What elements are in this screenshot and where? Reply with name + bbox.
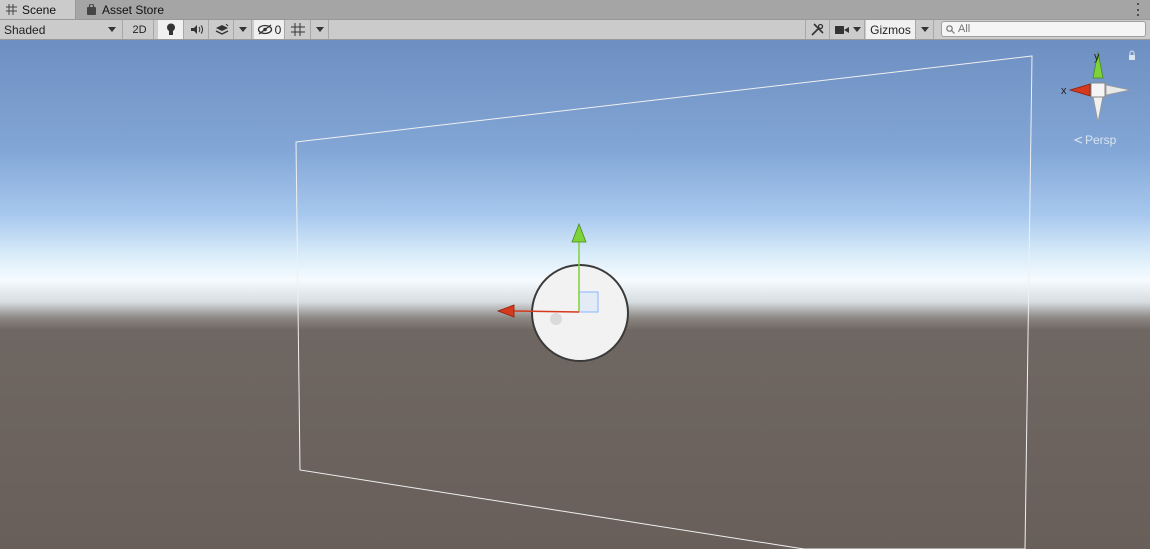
search-icon <box>946 24 955 34</box>
tab-asset-store[interactable]: Asset Store <box>80 0 176 19</box>
chevron-down-icon <box>316 27 324 32</box>
scene-search[interactable] <box>941 21 1146 37</box>
chevron-down-icon <box>108 27 116 32</box>
grid-snap-icon <box>291 23 305 36</box>
tab-scene-label: Scene <box>22 2 57 17</box>
gizmo-neg-y-cone[interactable] <box>1092 95 1104 123</box>
more-options-icon[interactable] <box>1136 3 1140 16</box>
scene-viewport[interactable]: y x Persp <box>0 40 1150 549</box>
lighting-toggle-button[interactable] <box>158 20 184 39</box>
persp-chevron-icon <box>1073 136 1083 144</box>
orientation-gizmo[interactable] <box>1068 50 1135 123</box>
gizmo-x-label: x <box>1061 85 1067 97</box>
grid-icon <box>6 4 17 15</box>
tools-button[interactable] <box>805 20 830 39</box>
layers-icon <box>215 23 228 35</box>
audio-toggle-button[interactable] <box>185 20 209 39</box>
2d-toggle-label: 2D <box>132 23 147 36</box>
gizmos-dropdown[interactable] <box>916 20 934 39</box>
lock-icon[interactable] <box>1129 55 1135 60</box>
xy-plane-handle[interactable] <box>578 291 599 313</box>
gizmo-y-label: y <box>1094 51 1100 63</box>
selection-outline <box>295 55 1033 549</box>
2d-toggle-button[interactable]: 2D <box>126 20 154 39</box>
y-arrow-icon[interactable] <box>571 222 587 243</box>
chevron-down-icon <box>920 27 929 32</box>
chevron-down-icon <box>852 27 861 32</box>
tab-bar: Scene Asset Store <box>0 0 1150 20</box>
camera-settings-button[interactable] <box>831 20 865 39</box>
effects-toggle-button[interactable] <box>210 20 234 39</box>
lightbulb-icon <box>166 23 175 35</box>
x-arrow-icon[interactable] <box>496 304 515 318</box>
scene-toolbar: Shaded 2D 0 Gizmos All <box>0 20 1150 40</box>
grid-dropdown[interactable] <box>312 20 329 39</box>
hidden-objects-toggle[interactable]: 0 <box>254 20 285 39</box>
draw-mode-dropdown[interactable]: Shaded <box>0 20 123 39</box>
gizmo-x-cone[interactable] <box>1068 83 1091 97</box>
effects-dropdown[interactable] <box>235 20 252 39</box>
speaker-icon <box>191 25 203 34</box>
chevron-down-icon <box>239 27 247 32</box>
eye-slash-icon <box>257 24 272 35</box>
gizmos-toggle-button[interactable]: Gizmos <box>866 20 916 39</box>
search-input[interactable] <box>955 22 1138 36</box>
projection-toggle[interactable]: Persp <box>1073 133 1117 147</box>
projection-label: Persp <box>1085 133 1117 147</box>
draw-mode-value: Shaded <box>4 22 46 37</box>
camera-icon <box>834 25 849 34</box>
tools-icon <box>811 23 824 36</box>
grid-toggle-button[interactable] <box>286 20 311 39</box>
bag-icon <box>87 4 96 15</box>
lock-icon-shackle <box>1129 50 1135 55</box>
scene-canvas[interactable]: y x Persp <box>0 40 1150 549</box>
x-axis-handle[interactable] <box>513 310 580 313</box>
gizmos-label: Gizmos <box>870 22 911 37</box>
tab-asset-store-label: Asset Store <box>102 2 165 17</box>
gizmo-center-cube[interactable] <box>1090 82 1106 98</box>
tab-scene[interactable]: Scene <box>0 0 76 19</box>
hidden-count: 0 <box>274 22 282 37</box>
gizmo-neg-x-cone[interactable] <box>1105 84 1131 96</box>
